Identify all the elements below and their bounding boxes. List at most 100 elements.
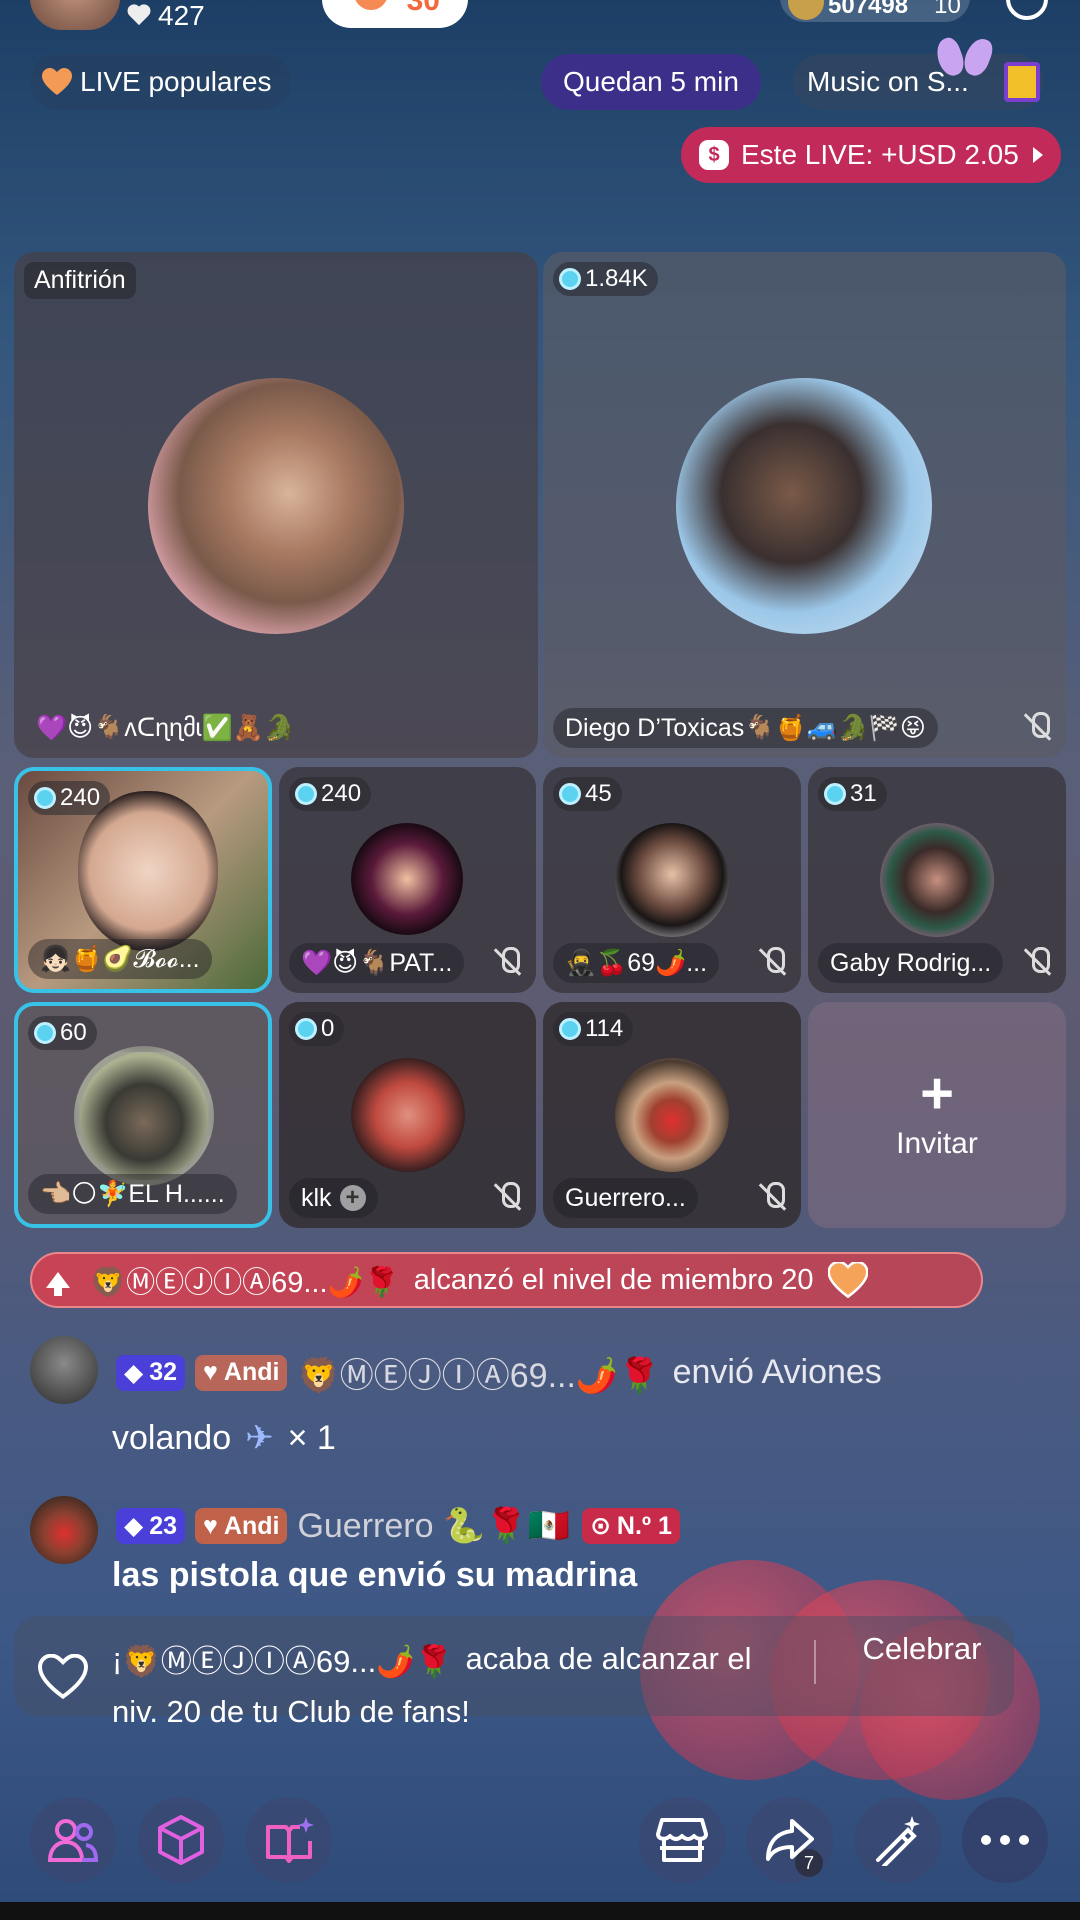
score-badge: 45 bbox=[553, 777, 622, 811]
guest-seat[interactable]: 114 Guerrero... bbox=[543, 1002, 801, 1228]
notice-text: niv. 20 de tu Club de fans! bbox=[112, 1694, 470, 1729]
live-popular-label: LIVE populares bbox=[80, 66, 272, 97]
host-seat[interactable]: Anfitrión 💜😈🐐ʌᑕɳɳმɩ✅🧸🐊 bbox=[14, 252, 538, 758]
chat-avatar[interactable] bbox=[30, 1496, 98, 1564]
chat-avatar[interactable] bbox=[30, 1336, 98, 1404]
chat-text: envió Aviones bbox=[672, 1353, 882, 1391]
host-name: 💜😈🐐ʌᑕɳɳმɩ✅🧸🐊 bbox=[36, 714, 295, 742]
heart-icon bbox=[354, 0, 388, 10]
guest-avatar bbox=[615, 1058, 729, 1172]
level-value: 23 bbox=[149, 1511, 178, 1540]
chat-message-cont: las pistola que envió su madrina bbox=[112, 1556, 637, 1595]
remaining-time-pill[interactable]: Quedan 5 min bbox=[541, 54, 761, 110]
stories-button[interactable] bbox=[246, 1797, 332, 1883]
chat-message-cont: volando ✈ × 1 bbox=[112, 1418, 336, 1458]
level-value: 32 bbox=[149, 1358, 178, 1386]
guest-seat[interactable]: 60 👈🏼🌕🧚EL H...... bbox=[14, 1002, 272, 1228]
fan-club-heart-icon bbox=[827, 1262, 868, 1298]
coins-ranking[interactable]: 507498 10 bbox=[780, 0, 970, 22]
money-bag-icon: $ bbox=[699, 140, 729, 170]
guest-seat[interactable]: 31 Gaby Rodrig... bbox=[808, 767, 1066, 993]
butterfly-sticker-icon bbox=[938, 38, 990, 82]
rank-badge: ⊙ N.º 1 bbox=[581, 1508, 680, 1544]
celebrate-label: Celebrar bbox=[862, 1631, 982, 1666]
score-value: 240 bbox=[321, 780, 362, 807]
guest-seat[interactable]: 45 🥷🍒69🌶️... bbox=[543, 767, 801, 993]
chat-message: ◆ 23 ♥ Andi Guerrero 🐍🌹🇲🇽 ⊙ N.º 1 bbox=[116, 1506, 690, 1546]
diamond-icon bbox=[559, 783, 581, 805]
chat-username[interactable]: 🦁ⓂⒺⒿⒾⒶ69...🌶️🌹 bbox=[297, 1348, 660, 1397]
diamond-icon bbox=[824, 783, 846, 805]
earnings-pill[interactable]: $ Este LIVE: +USD 2.05 bbox=[681, 127, 1061, 183]
fan-club-name: Andi bbox=[223, 1358, 280, 1386]
chevron-right-icon bbox=[1032, 147, 1043, 163]
likes-value: 427 bbox=[158, 0, 205, 31]
guest-name: Gaby Rodrig... bbox=[818, 943, 1004, 983]
diamond-icon bbox=[34, 787, 56, 809]
chat-username[interactable]: Guerrero 🐍🌹🇲🇽 bbox=[297, 1506, 570, 1546]
score-value: 45 bbox=[585, 780, 612, 807]
divider bbox=[814, 1640, 816, 1684]
follow-plus-icon[interactable]: + bbox=[339, 1184, 366, 1211]
guest-name: Diego D’Toxicas🐐🍯🚙🐊🏁😝 bbox=[553, 708, 938, 748]
guest-seat[interactable]: 0 klk + bbox=[279, 1002, 536, 1228]
more-button[interactable] bbox=[962, 1797, 1048, 1883]
close-icon[interactable] bbox=[1006, 0, 1048, 20]
more-dots-icon bbox=[981, 1835, 1029, 1845]
notice-username: 🦁ⓂⒺⒿⒾⒶ69...🌶️🌹 bbox=[122, 1644, 454, 1679]
guest-name: klk bbox=[301, 1183, 332, 1212]
fan-club-badge: ♥ Andi bbox=[195, 1508, 288, 1544]
guest-avatar bbox=[615, 823, 729, 937]
guest-seat[interactable]: 240 💜😈🐐PAT... bbox=[279, 767, 536, 993]
cube-icon bbox=[158, 1815, 204, 1865]
gift-quantity: × 1 bbox=[287, 1418, 336, 1457]
magic-wand-icon bbox=[876, 1816, 920, 1866]
score-badge: 240 bbox=[289, 777, 372, 811]
score-value: 0 bbox=[321, 1015, 335, 1042]
level-badge: ◆ 23 bbox=[116, 1508, 186, 1544]
score-badge: 31 bbox=[818, 777, 887, 811]
host-avatar[interactable] bbox=[30, 0, 120, 30]
notice-line-1: ¡ 🦁ⓂⒺⒿⒾⒶ69...🌶️🌹 acaba de alcanzar el bbox=[112, 1636, 752, 1681]
celebrate-button[interactable]: Celebrar bbox=[838, 1614, 1006, 1684]
score-value: 114 bbox=[585, 1015, 624, 1042]
diamond-icon bbox=[295, 1018, 317, 1040]
mic-muted-icon bbox=[494, 947, 522, 977]
likes-counter: 427 bbox=[128, 0, 205, 32]
score-value: 31 bbox=[850, 780, 877, 807]
host-avatar-photo bbox=[148, 378, 404, 634]
heart-outline-icon bbox=[38, 1654, 88, 1700]
remaining-time-label: Quedan 5 min bbox=[563, 66, 739, 97]
mic-muted-icon bbox=[1024, 947, 1052, 977]
book-sparkle-icon bbox=[266, 1817, 314, 1863]
guest-name: 💜😈🐐PAT... bbox=[289, 943, 465, 983]
magic-button[interactable] bbox=[855, 1797, 941, 1883]
live-popular-pill[interactable]: LIVE populares bbox=[30, 54, 292, 110]
member-level-banner[interactable]: 🦁ⓂⒺⒿⒾⒶ69...🌶️🌹 alcanzó el nivel de miemb… bbox=[30, 1252, 983, 1308]
guests-button[interactable] bbox=[30, 1797, 116, 1883]
share-button[interactable]: 7 bbox=[747, 1797, 833, 1883]
mic-muted-icon bbox=[1024, 712, 1052, 742]
guest-seat-main[interactable]: 1.84K Diego D’Toxicas🐐🍯🚙🐊🏁😝 bbox=[543, 252, 1066, 758]
score-badge: 114 bbox=[553, 1012, 634, 1046]
shop-button[interactable] bbox=[639, 1797, 725, 1883]
guest-seat[interactable]: 240 👧🏻🍯🥑𝓑𝓸𝓸... bbox=[14, 767, 272, 993]
effects-button[interactable] bbox=[138, 1797, 224, 1883]
chat-message: ◆ 32 ♥ Andi 🦁ⓂⒺⒿⒾⒶ69...🌶️🌹 envió Aviones bbox=[116, 1348, 882, 1397]
gift-box-icon[interactable] bbox=[1004, 62, 1040, 102]
guest-avatar bbox=[74, 1046, 214, 1186]
score-value: 60 bbox=[60, 1019, 87, 1046]
guest-avatar bbox=[351, 823, 463, 935]
guest-avatar bbox=[351, 1058, 465, 1172]
guest-video bbox=[78, 791, 218, 951]
score-badge: 60 bbox=[28, 1016, 97, 1050]
invite-button[interactable]: + Invitar bbox=[808, 1002, 1066, 1228]
invite-label: Invitar bbox=[896, 1127, 978, 1160]
coins-extra: 10 bbox=[934, 0, 961, 19]
diamond-icon bbox=[34, 1022, 56, 1044]
follow-button[interactable]: 30 bbox=[322, 0, 468, 28]
share-count: 7 bbox=[795, 1849, 823, 1877]
diamond-icon bbox=[559, 1018, 581, 1040]
plus-icon: + bbox=[920, 1061, 954, 1126]
coin-icon bbox=[788, 0, 824, 20]
